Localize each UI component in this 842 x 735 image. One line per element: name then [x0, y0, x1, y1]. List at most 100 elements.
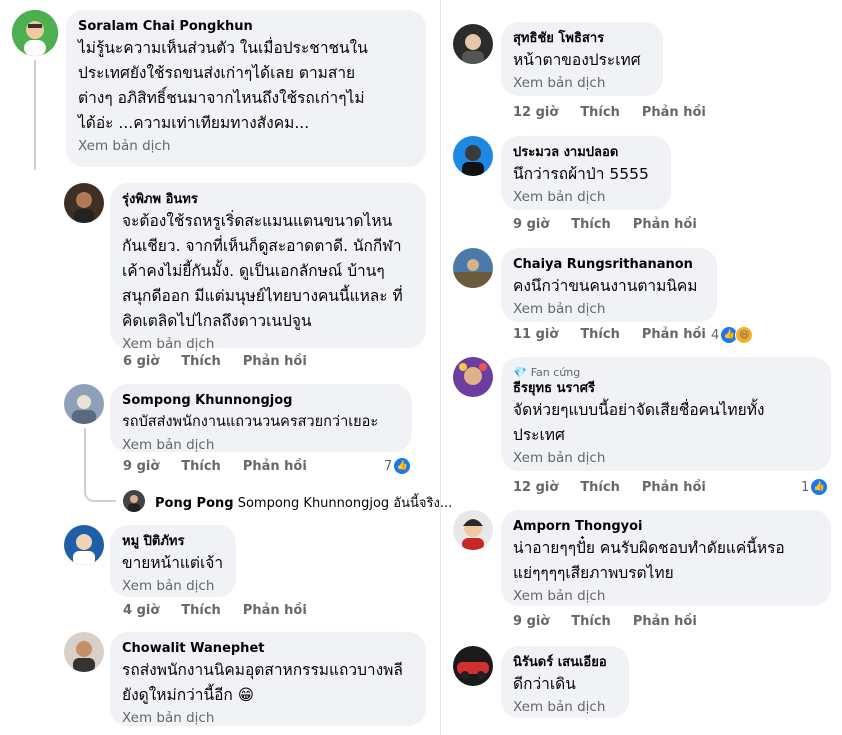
comment-bubble: 💎 Fan cứng ธีรยุทธ นราศรี จัดห่วยๆแบบนี้อ…	[501, 357, 831, 471]
comment-author[interactable]: รุ่งพิภพ อินทร	[122, 191, 414, 209]
comment-bubble: Soralam Chai Pongkhun ไม่รู้นะความเห็นส่…	[66, 10, 426, 167]
translate-link[interactable]: Xem bản dịch	[513, 586, 819, 606]
avatar[interactable]	[453, 24, 493, 64]
nested-reply-author[interactable]: Pong Pong	[155, 496, 234, 511]
reaction-count[interactable]: 4 👍 😆	[711, 326, 754, 344]
comment-bubble: สุทธิชัย โพธิสาร หน้าตาของประเทศ Xem bản…	[501, 22, 663, 96]
reply-button[interactable]: Phản hồi	[243, 603, 307, 618]
reply-button[interactable]: Phản hồi	[243, 354, 307, 369]
comment-actions: 9 giờ Thích Phản hồi	[123, 459, 329, 474]
comment-text: คงนึกว่าขนคนงานตามนิคม	[513, 277, 698, 295]
comment-author[interactable]: Amporn Thongyoi	[513, 518, 819, 536]
avatar-photo-icon	[453, 510, 493, 550]
comment-time[interactable]: 6 giờ	[123, 354, 159, 369]
translate-link[interactable]: Xem bản dịch	[122, 708, 414, 728]
avatar-photo-icon	[453, 248, 493, 288]
translate-link[interactable]: Xem bản dịch	[513, 187, 659, 207]
comment-text: รถส่งพนักงานนิคมอุตสาหกรรมแถวบางพลี ยังด…	[122, 661, 403, 704]
reaction-count[interactable]: 1 👍	[801, 479, 828, 495]
reply-button[interactable]: Phản hồi	[633, 217, 697, 232]
comment-author[interactable]: Soralam Chai Pongkhun	[78, 18, 414, 36]
avatar[interactable]	[453, 357, 493, 397]
like-button[interactable]: Thích	[181, 459, 221, 474]
like-button[interactable]: Thích	[580, 480, 620, 495]
translate-link[interactable]: Xem bản dịch	[513, 299, 705, 319]
comment-time[interactable]: 12 giờ	[513, 480, 558, 495]
comment-author[interactable]: Chaiya Rungsrithananon	[513, 256, 705, 274]
comment-actions: 9 giờ Thích Phản hồi	[513, 217, 719, 232]
like-button[interactable]: Thích	[580, 327, 620, 342]
fan-badge: 💎 Fan cứng	[513, 365, 819, 380]
like-button[interactable]: Thích	[181, 603, 221, 618]
reply-button[interactable]: Phản hồi	[642, 327, 706, 342]
avatar-photo-icon	[453, 136, 493, 176]
translate-link[interactable]: Xem bản dịch	[513, 73, 651, 93]
avatar[interactable]	[12, 10, 58, 56]
like-button[interactable]: Thích	[571, 217, 611, 232]
comment-text: ไม่รู้นะความเห็นส่วนตัว ในเมื่อประชาชนใน…	[78, 39, 368, 132]
reaction-number: 1	[801, 479, 810, 495]
avatar[interactable]	[64, 384, 104, 424]
like-reaction-icon: 👍	[394, 458, 411, 474]
comment-author[interactable]: Sompong Khunnongjog	[122, 392, 400, 410]
reply-button[interactable]: Phản hồi	[642, 480, 706, 495]
translate-link[interactable]: Xem bản dịch	[122, 334, 414, 354]
comment-text: ดีกว่าเดิน	[513, 675, 576, 693]
comment-author[interactable]: Chowalit Wanephet	[122, 640, 414, 658]
comment-time[interactable]: 9 giờ	[513, 614, 549, 629]
comment-bubble: Amporn Thongyoi น่าอายๆๆปั๋ย คนรับผิดชอบ…	[501, 510, 831, 606]
comment-actions: 12 giờ Thích Phản hồi	[513, 480, 728, 495]
comment-time[interactable]: 9 giờ	[123, 459, 159, 474]
reply-button[interactable]: Phản hồi	[633, 614, 697, 629]
like-button[interactable]: Thích	[181, 354, 221, 369]
avatar-photo-icon	[64, 525, 104, 565]
comment-text: จะต้องใช้รถหรูเริ่ดสะแมนแตนขนาดไหน กันเช…	[122, 212, 403, 330]
avatar[interactable]	[64, 525, 104, 565]
diamond-icon: 💎	[513, 366, 527, 379]
comment-actions: 4 giờ Thích Phản hồi	[123, 603, 329, 618]
comment-time[interactable]: 4 giờ	[123, 603, 159, 618]
reply-button[interactable]: Phản hồi	[243, 459, 307, 474]
comment-time[interactable]: 9 giờ	[513, 217, 549, 232]
avatar-photo-icon	[453, 24, 493, 64]
comment-text: ขายหน้าแต่เจ้า	[122, 554, 224, 572]
left-comment-column: Soralam Chai Pongkhun ไม่รู้นะความเห็นส่…	[0, 0, 452, 735]
reaction-number: 4	[711, 327, 720, 343]
translate-link[interactable]: Xem bản dịch	[78, 136, 414, 156]
comment-author[interactable]: สุทธิชัย โพธิสาร	[513, 30, 651, 48]
comment-bubble: หมู ปิติภัทร ขายหน้าแต่เจ้า Xem bản dịch	[110, 525, 236, 597]
reaction-count[interactable]: 7 👍	[384, 458, 411, 474]
translate-link[interactable]: Xem bản dịch	[513, 697, 617, 717]
comment-actions: 12 giờ Thích Phản hồi	[513, 105, 728, 120]
reply-button[interactable]: Phản hồi	[642, 105, 706, 120]
comment-time[interactable]: 12 giờ	[513, 105, 558, 120]
comment-bubble: ประมวล งามปลอด นึกว่ารถผ้าป่า 5555 Xem b…	[501, 136, 671, 210]
comment-author[interactable]: ธีรยุทธ นราศรี	[513, 380, 819, 398]
comment-time[interactable]: 11 giờ	[513, 327, 558, 342]
avatar-photo-icon	[64, 183, 104, 223]
avatar[interactable]	[123, 490, 145, 512]
avatar[interactable]	[453, 646, 493, 686]
comment-text: นึกว่ารถผ้าป่า 5555	[513, 165, 649, 183]
like-button[interactable]: Thích	[580, 105, 620, 120]
comment-author[interactable]: หมู ปิติภัทร	[122, 533, 224, 551]
thread-line	[34, 60, 36, 170]
translate-link[interactable]: Xem bản dịch	[122, 576, 224, 596]
avatar[interactable]	[64, 632, 104, 672]
translate-link[interactable]: Xem bản dịch	[122, 435, 400, 455]
nested-reply-text: Sompong Khunnongjog อันนี้จริง...	[237, 496, 453, 511]
avatar[interactable]	[453, 248, 493, 288]
avatar-photo-icon	[453, 357, 493, 397]
fan-badge-label: Fan cứng	[530, 366, 581, 379]
comment-bubble: รุ่งพิภพ อินทร จะต้องใช้รถหรูเริ่ดสะแมนแ…	[110, 183, 426, 352]
like-button[interactable]: Thích	[571, 614, 611, 629]
nested-reply-preview[interactable]: Pong Pong Sompong Khunnongjog อันนี้จริง…	[155, 492, 452, 513]
avatar[interactable]	[64, 183, 104, 223]
avatar[interactable]	[453, 136, 493, 176]
translate-link[interactable]: Xem bản dịch	[513, 448, 819, 468]
comment-text: จัดห่วยๆแบบนี้อย่าจัดเสียชื่อคนไทยทั้ง ป…	[513, 401, 765, 444]
comment-author[interactable]: ประมวล งามปลอด	[513, 144, 659, 162]
comment-author[interactable]: นิรันดร์ เสนเอียอ	[513, 654, 617, 672]
avatar[interactable]	[453, 510, 493, 550]
avatar-photo-icon	[12, 10, 58, 56]
